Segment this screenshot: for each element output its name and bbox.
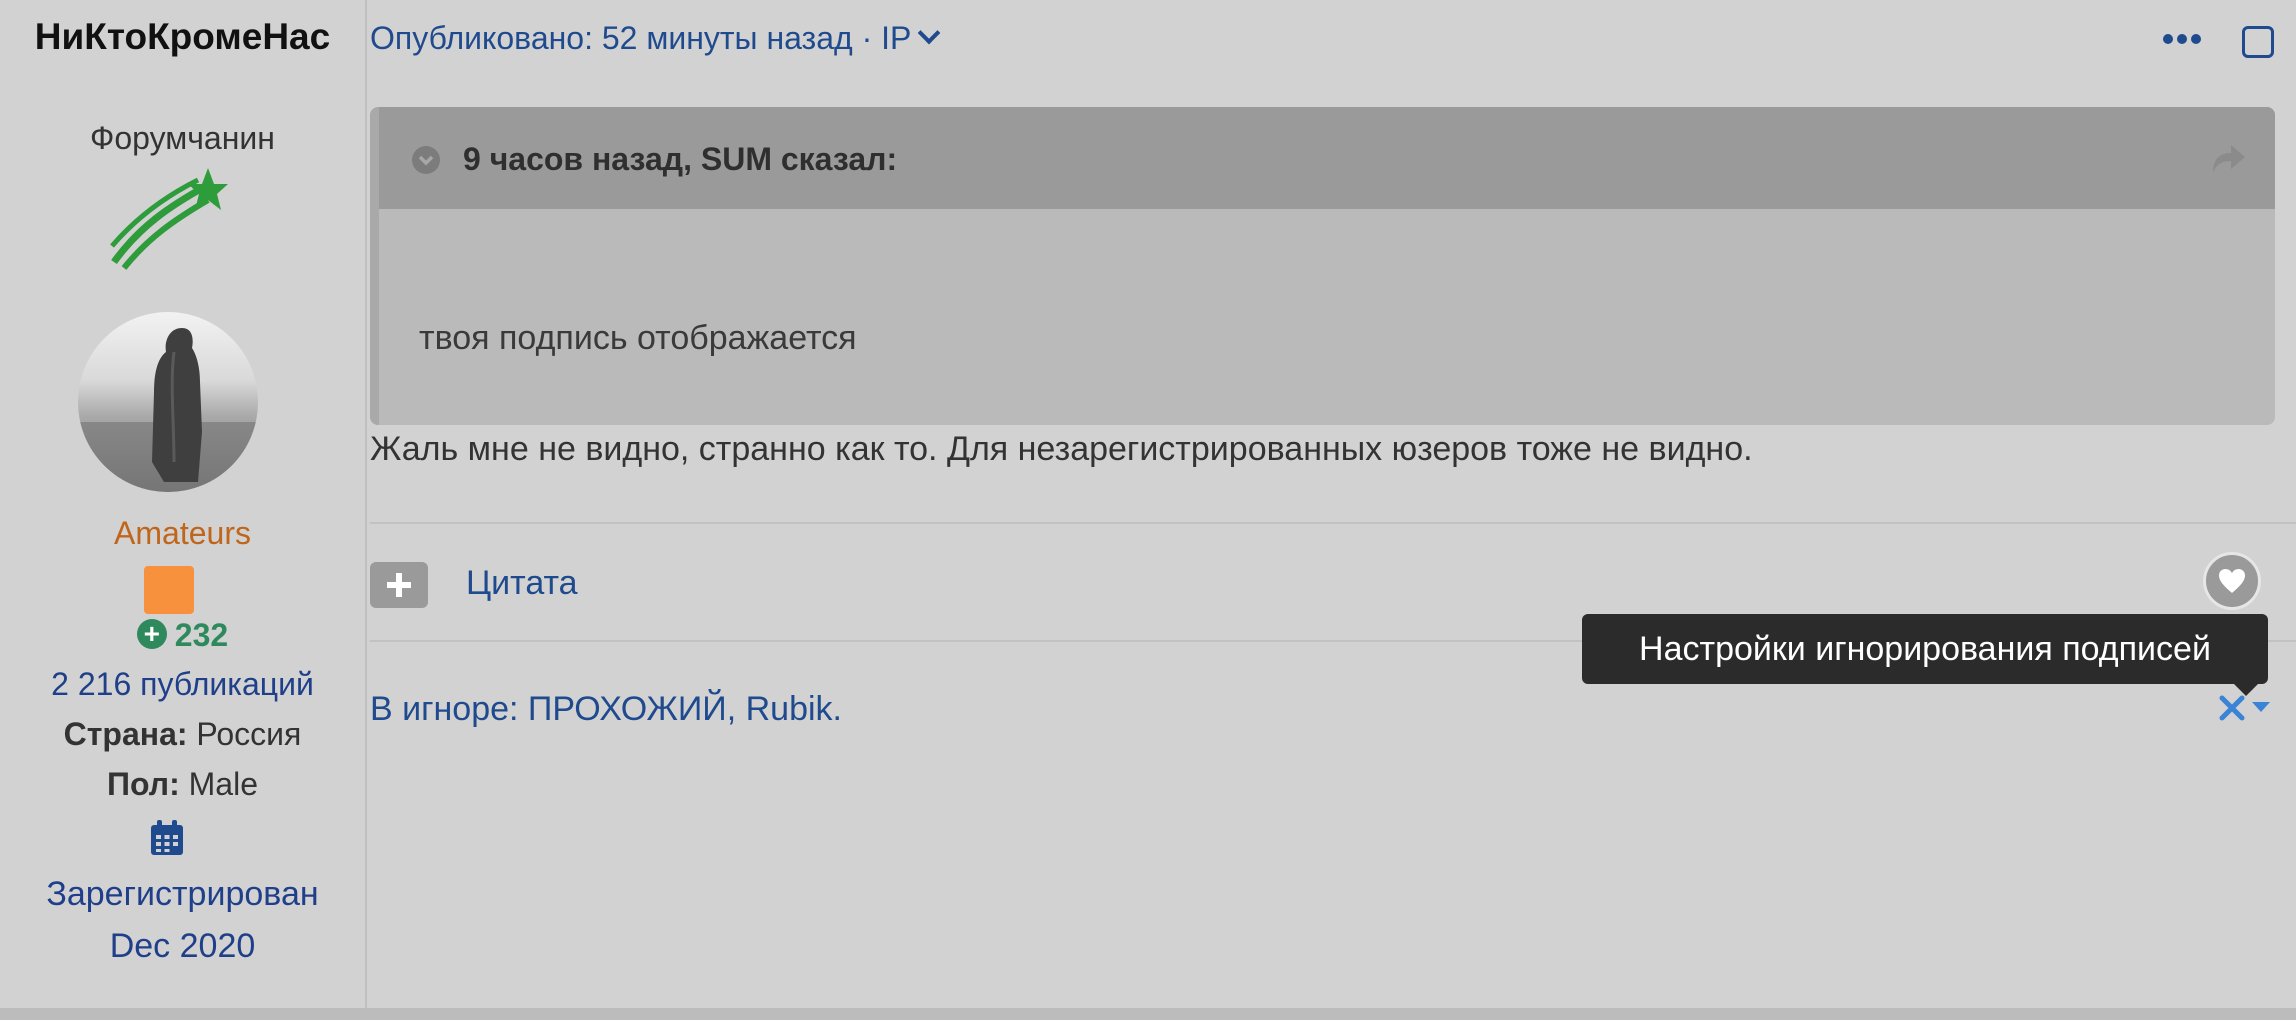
- reputation-value: 232: [174, 617, 229, 653]
- caret-down-icon[interactable]: [2252, 702, 2270, 712]
- country-value: Россия: [196, 716, 302, 752]
- post-meta-link[interactable]: Опубликовано: 52 минуты назад · IP: [370, 20, 941, 57]
- group-badge: [144, 566, 194, 614]
- plus-circle-icon: +: [136, 619, 167, 649]
- close-icon[interactable]: [2218, 694, 2246, 722]
- tooltip: Настройки игнорирования подписей: [1582, 614, 2268, 684]
- quote-text: твоя подпись отображается: [419, 319, 857, 357]
- avatar-figure: [78, 328, 258, 492]
- chevron-down-icon: [918, 21, 941, 45]
- chevron-circle-down-icon[interactable]: [411, 145, 441, 175]
- more-options-icon[interactable]: [2160, 24, 2204, 54]
- quote-block: 9 часов назад, SUM сказал: твоя подпись …: [370, 107, 2275, 425]
- heart-icon: [2219, 569, 2245, 593]
- calendar-icon: [151, 820, 183, 855]
- author-name[interactable]: НиКтоКромеНас: [0, 14, 365, 60]
- joined-date: Dec 2020: [109, 927, 256, 965]
- country-field: Страна: Россия: [0, 716, 365, 753]
- posts-count[interactable]: 2 216 публикаций: [0, 666, 365, 703]
- share-arrow-icon[interactable]: [2211, 143, 2247, 175]
- author-sidebar: НиКтоКромеНас Форумчанин Amateurs +232 2…: [0, 0, 367, 1008]
- like-button[interactable]: [2203, 552, 2261, 610]
- shooting-star-icon: [110, 168, 228, 270]
- gender-value: Male: [188, 766, 258, 802]
- select-post-checkbox[interactable]: [2242, 26, 2274, 58]
- page-bottom-bar: [0, 1008, 2296, 1020]
- author-title: Форумчанин: [90, 120, 275, 156]
- post-text: Жаль мне не видно, странно как то. Для н…: [370, 430, 1753, 468]
- quote-citation: 9 часов назад, SUM сказал:: [463, 141, 898, 177]
- ignored-users-link[interactable]: В игнор​е: ПРОХОЖИЙ, Rubik.: [370, 690, 842, 729]
- joined-info: Зарегистрирован Dec 2020: [0, 868, 365, 972]
- multiquote-button[interactable]: [370, 562, 428, 608]
- quote-header[interactable]: 9 часов назад, SUM сказал:: [379, 107, 2275, 209]
- joined-label: Зарегистрирован: [46, 875, 319, 913]
- country-label: Страна:: [63, 716, 188, 752]
- divider: [370, 522, 2296, 524]
- gender-field: Пол: Male: [0, 766, 365, 803]
- post-meta-text: Опубликовано: 52 минуты назад · IP: [370, 20, 912, 56]
- quote-button[interactable]: Цитата: [466, 564, 578, 603]
- avatar[interactable]: [78, 312, 258, 492]
- plus-icon: [387, 573, 411, 597]
- gender-label: Пол:: [107, 766, 180, 802]
- reputation[interactable]: +232: [0, 617, 365, 654]
- group-name: Amateurs: [114, 515, 251, 551]
